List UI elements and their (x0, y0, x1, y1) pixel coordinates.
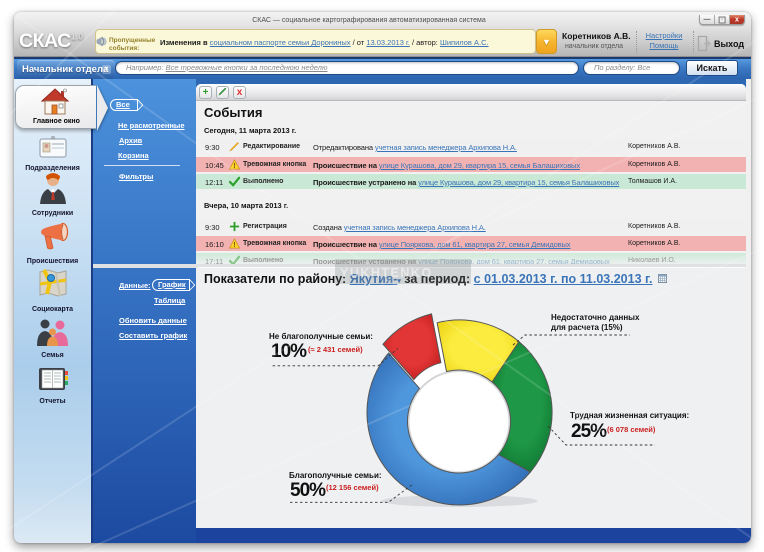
svg-text:!: ! (233, 161, 235, 170)
svg-text:!: ! (233, 240, 235, 249)
